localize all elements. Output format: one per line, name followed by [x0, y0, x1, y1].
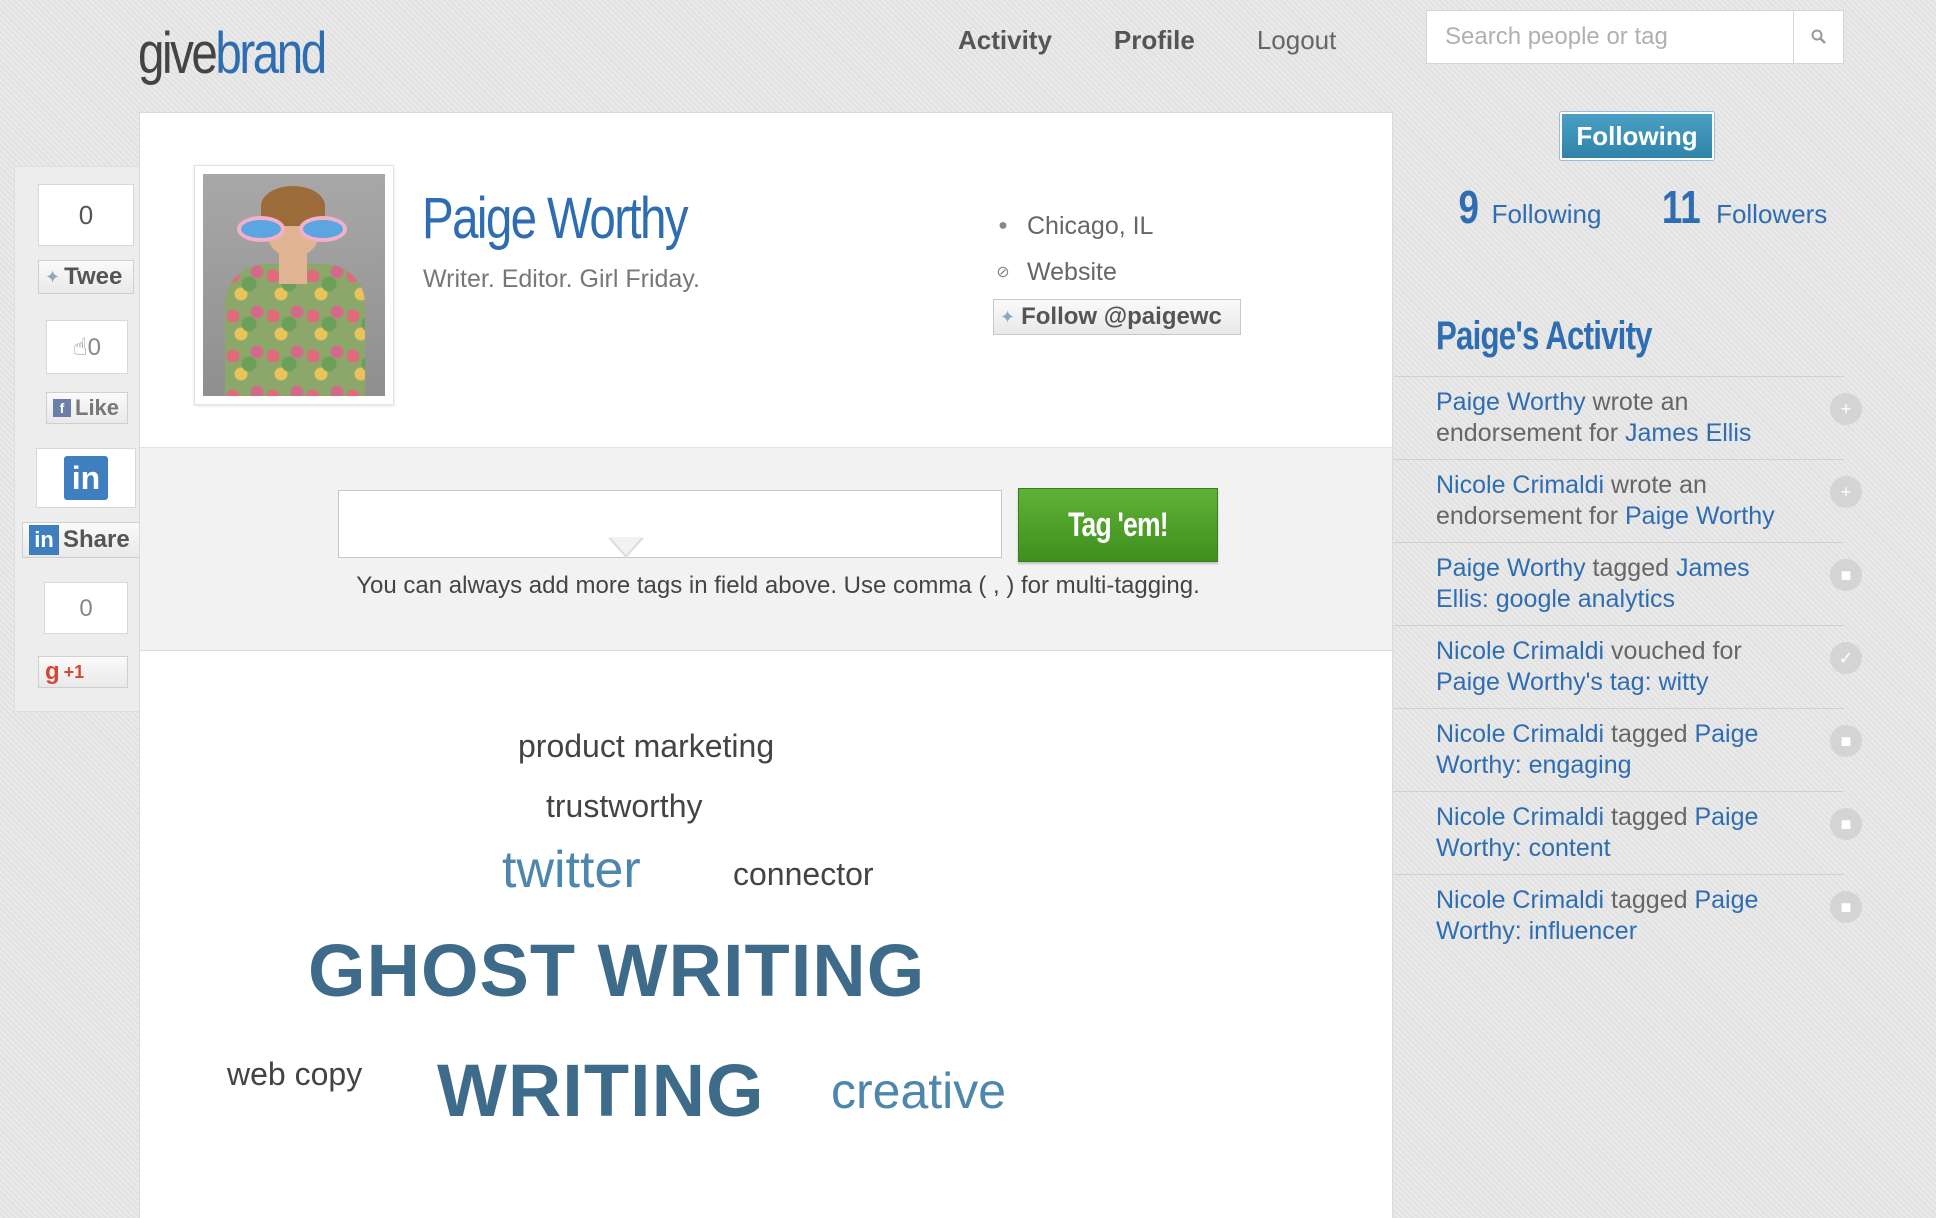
facebook-icon: f [53, 399, 71, 417]
like-count: ☝0 [46, 320, 128, 374]
list-item: Nicole Crimaldi tagged Paige Worthy: con… [1394, 792, 1862, 875]
profile-name: Paige Worthy [422, 186, 689, 251]
check-icon[interactable]: ✓ [1830, 642, 1862, 674]
tag-icon[interactable]: ■ [1830, 725, 1862, 757]
cloud-tag-creative[interactable]: creative [831, 1062, 1006, 1120]
tag-hint: You can always add more tags in field ab… [356, 572, 1200, 599]
facebook-like-button[interactable]: f Like [46, 392, 128, 424]
tweet-count: 0 [38, 184, 134, 246]
linkedin-share-button[interactable]: in Share [22, 522, 146, 558]
logo-brand: brand [215, 21, 327, 86]
linkedin-badge[interactable]: in [36, 448, 136, 508]
gplus-count: 0 [44, 582, 128, 634]
tag-icon[interactable]: ■ [1830, 891, 1862, 923]
tag-icon[interactable]: ■ [1830, 559, 1862, 591]
list-item: Nicole Crimaldi tagged Paige Worthy: eng… [1394, 709, 1862, 792]
activity-actor[interactable]: Nicole Crimaldi [1436, 471, 1604, 499]
list-item: Paige Worthy wrote an endorsement for Ja… [1394, 377, 1862, 460]
location-row: ● Chicago, IL [993, 203, 1241, 249]
activity-target[interactable]: James Ellis [1625, 419, 1751, 447]
tag-panel-caret [608, 537, 644, 558]
nav-activity[interactable]: Activity [958, 22, 1052, 58]
activity-title: Paige's Activity [1436, 314, 1653, 358]
twitter-follow-button[interactable]: ✦ Follow @paigewc [993, 299, 1241, 335]
cloud-tag-writing[interactable]: WRITING [437, 1048, 765, 1133]
twitter-bird-icon: ✦ [45, 266, 61, 287]
twitter-bird-icon: ✦ [1000, 306, 1016, 327]
search-button[interactable] [1793, 11, 1843, 63]
followers-count: 11 [1662, 181, 1702, 233]
tweet-label: Twee [64, 263, 123, 290]
thumbs-up-icon: ☝ [73, 334, 88, 361]
cloud-tag-ghost-writing[interactable]: GHOST WRITING [308, 928, 925, 1013]
follow-stats: 9 Following 11 Followers [1456, 180, 1828, 234]
plus-icon[interactable]: + [1830, 393, 1862, 425]
activity-target[interactable]: Paige Worthy [1436, 668, 1586, 696]
plus-icon[interactable]: + [1830, 476, 1862, 508]
nav-profile[interactable]: Profile [1114, 22, 1195, 58]
profile-bio: Writer. Editor. Girl Friday. [423, 265, 700, 293]
followers-stat[interactable]: 11 Followers [1657, 180, 1827, 234]
gplus-button[interactable]: g +1 [38, 656, 128, 688]
main-nav: Activity Profile Logout [958, 22, 1336, 58]
linkedin-icon: in [64, 456, 108, 500]
location-text: Chicago, IL [1027, 211, 1154, 240]
list-item: Nicole Crimaldi vouched for Paige Worthy… [1394, 626, 1862, 709]
profile-meta: ● Chicago, IL ⊘ Website ✦ Follow @paigew… [993, 203, 1241, 335]
activity-actor[interactable]: Nicole Crimaldi [1436, 637, 1604, 665]
nav-logout[interactable]: Logout [1257, 22, 1337, 58]
following-stat[interactable]: 9 Following [1456, 180, 1602, 234]
tag-icon[interactable]: ■ [1830, 808, 1862, 840]
profile-photo [203, 174, 385, 396]
following-count: 9 [1458, 181, 1480, 233]
cloud-tag-twitter[interactable]: twitter [502, 840, 641, 900]
activity-actor[interactable]: Nicole Crimaldi [1436, 886, 1604, 914]
tweet-button[interactable]: ✦ Twee [38, 260, 134, 294]
cloud-tag-trustworthy[interactable]: trustworthy [546, 788, 702, 825]
logo-give: give [138, 21, 218, 86]
list-item: Nicole Crimaldi wrote an endorsement for… [1394, 460, 1862, 543]
tag-input[interactable] [338, 490, 1002, 558]
search-box [1426, 10, 1844, 64]
activity-actor[interactable]: Nicole Crimaldi [1436, 720, 1604, 748]
activity-actor[interactable]: Paige Worthy [1436, 554, 1586, 582]
globe-icon: ⊘ [996, 264, 1010, 281]
list-item: Nicole Crimaldi tagged Paige Worthy: inf… [1394, 875, 1862, 957]
gplus-icon: g [45, 658, 60, 685]
tag-em-button[interactable]: Tag 'em! [1018, 488, 1218, 562]
activity-actor[interactable]: Paige Worthy [1436, 388, 1586, 416]
profile-card: Paige Worthy Writer. Editor. Girl Friday… [139, 112, 1393, 1218]
cloud-tag-product-marketing[interactable]: product marketing [518, 728, 774, 765]
search-input[interactable] [1427, 11, 1793, 63]
website-link[interactable]: Website [1027, 258, 1117, 287]
linkedin-small-icon: in [29, 525, 59, 555]
list-item: Paige Worthy tagged James Ellis: google … [1394, 543, 1862, 626]
activity-list: Paige Worthy wrote an endorsement for Ja… [1394, 376, 1862, 957]
followers-label: Followers [1716, 199, 1828, 229]
cloud-tag-web-copy[interactable]: web copy [227, 1056, 362, 1093]
tag-panel: Tag 'em! You can always add more tags in… [140, 447, 1392, 651]
website-row[interactable]: ⊘ Website [993, 249, 1241, 295]
activity-actor[interactable]: Nicole Crimaldi [1436, 803, 1604, 831]
following-label: Following [1491, 199, 1602, 229]
activity-target[interactable]: Paige Worthy [1625, 502, 1775, 530]
location-pin-icon: ● [998, 217, 1008, 234]
givebrand-logo[interactable]: givebrand [138, 20, 327, 87]
avatar[interactable] [194, 165, 394, 405]
search-icon [1811, 29, 1826, 44]
follow-label: Follow @paigewc [1021, 303, 1222, 330]
following-button[interactable]: Following [1560, 112, 1714, 160]
cloud-tag-connector[interactable]: connector [733, 856, 874, 893]
